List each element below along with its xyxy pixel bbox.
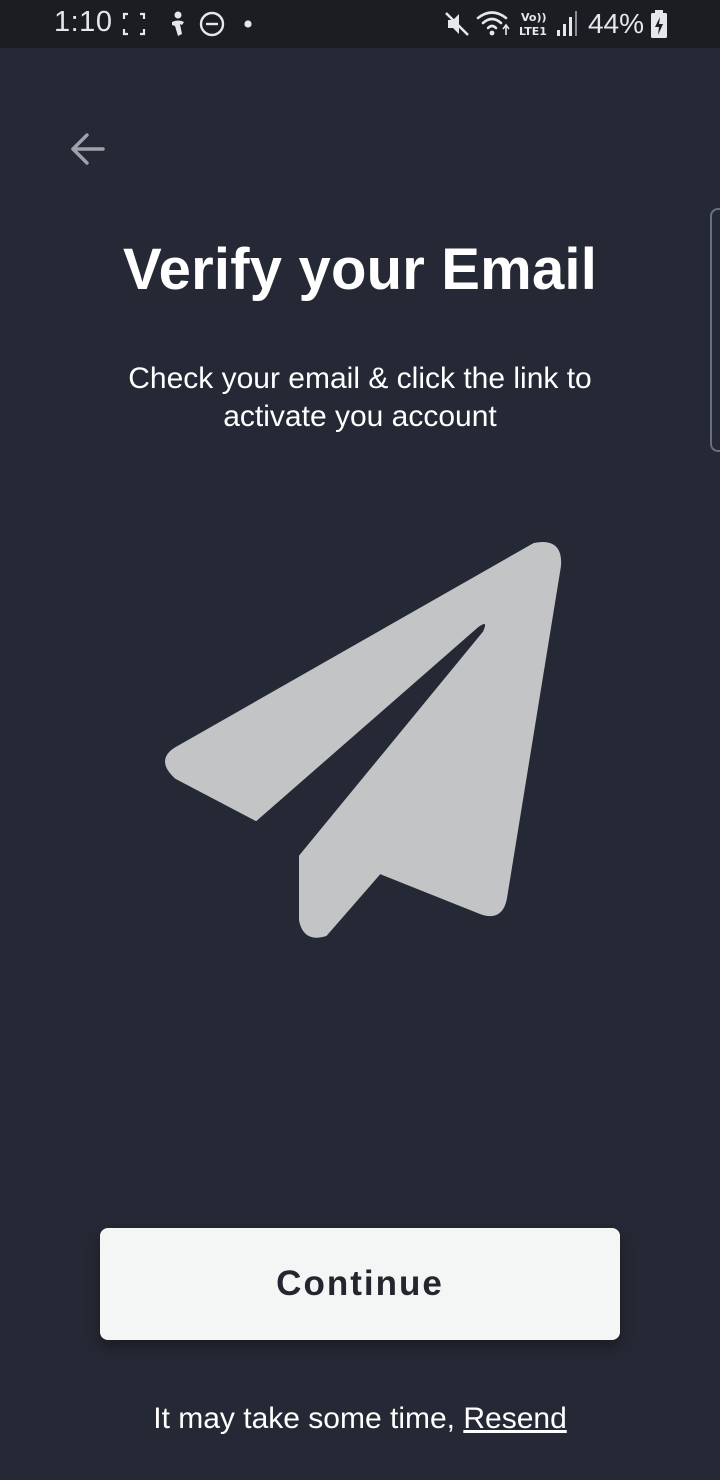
mute-icon [445,12,469,36]
continue-button[interactable]: Continue [100,1228,620,1340]
status-right-icons: Vo)) LTE1 44% [444,6,668,42]
network-label-top: Vo)) [521,11,547,24]
paper-plane-icon [165,542,562,938]
back-button[interactable] [60,124,116,174]
wifi-icon [476,11,510,36]
resend-prompt: It may take some time, Resend [0,1402,720,1436]
notification-dot-icon [244,20,252,28]
resend-prompt-text: It may take some time, [153,1402,464,1435]
network-label-bottom: LTE1 [519,25,547,38]
page-title: Verify your Email [122,237,598,302]
verify-email-screen: 1:10 Vo)) LTE1 44% Verify your Email Che… [0,0,720,1480]
status-left-icons [122,11,252,37]
accessibility-icon [172,11,184,36]
signal-icon [556,11,577,36]
page-subtitle: Check your email & click the link to act… [128,362,592,433]
battery-charging-icon [651,10,667,38]
resend-link[interactable]: Resend [463,1402,566,1435]
volte-lte-icon: Vo)) LTE1 [519,11,547,38]
battery-percent: 44% [587,8,644,39]
status-bar: 1:10 Vo)) LTE1 44% [0,0,720,48]
do-not-disturb-icon [199,11,225,37]
status-time: 1:10 [54,6,113,38]
arrow-left-icon [71,133,105,165]
screenshot-frame-icon [122,12,146,36]
